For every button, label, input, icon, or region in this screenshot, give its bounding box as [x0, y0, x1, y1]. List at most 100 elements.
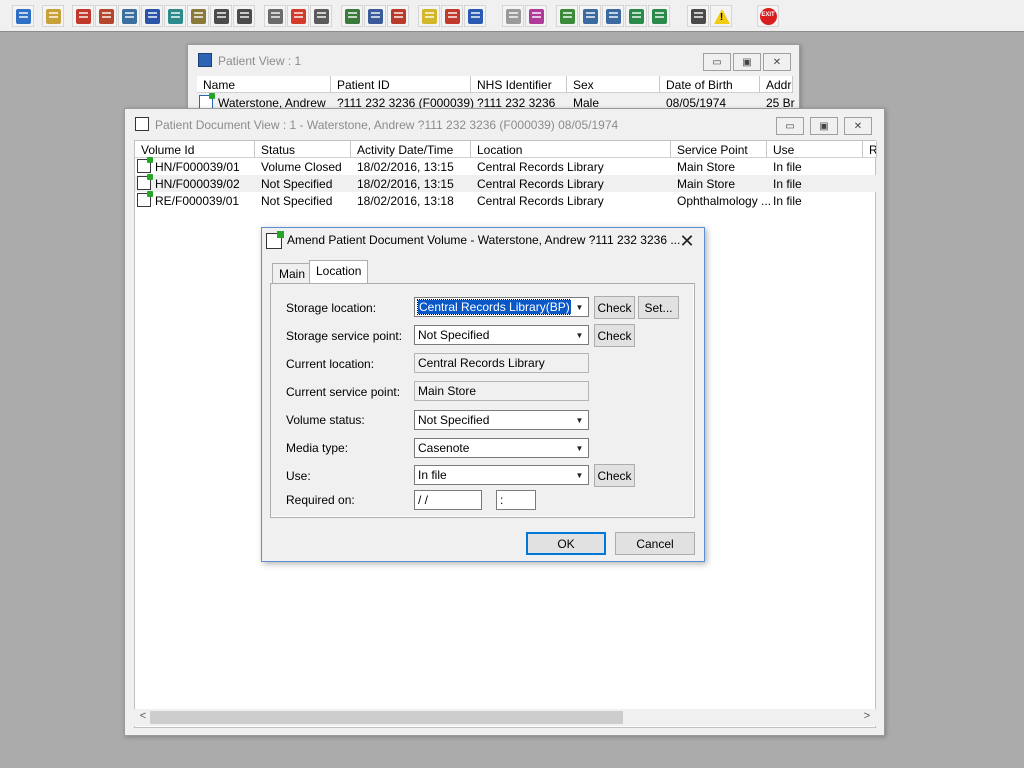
patient-view-window: Patient View : 1 ▭ ▣ ✕ Name Patient ID N…	[187, 44, 800, 114]
toolbar-button-worklist[interactable]	[464, 5, 486, 27]
cell-service-point: Main Store	[677, 160, 736, 174]
doc-tick-icon	[605, 8, 621, 24]
col-location[interactable]: Location	[471, 141, 671, 158]
dialog-title: Amend Patient Document Volume - Watersto…	[287, 233, 681, 247]
col-status[interactable]: Status	[255, 141, 351, 158]
toolbar-button-notepad[interactable]	[418, 5, 440, 27]
check-storage-service-point-button[interactable]: Check	[594, 324, 635, 347]
toolbar-button-flag[interactable]	[210, 5, 232, 27]
warning-icon: !	[713, 8, 730, 24]
tab-main[interactable]: Main	[272, 263, 313, 284]
cell-volume-id: HN/F000039/01	[155, 160, 240, 174]
toolbar-button-patient-search[interactable]	[12, 5, 34, 27]
chevron-down-icon[interactable]: ▼	[571, 466, 588, 484]
current-location-field: Central Records Library	[414, 353, 589, 373]
minimize-button[interactable]: ▭	[703, 53, 731, 71]
notepad-icon	[421, 8, 437, 24]
required-date-input[interactable]: / /	[414, 490, 482, 510]
cell-service-point: Ophthalmology ...	[677, 194, 772, 208]
toolbar-button-flag-2[interactable]	[233, 5, 255, 27]
table-row[interactable]: HN/F000039/02 Not Specified 18/02/2016, …	[135, 174, 877, 192]
edit-document-icon	[98, 8, 114, 24]
col-address[interactable]: Addre	[760, 76, 793, 93]
cell-location: Central Records Library	[477, 160, 604, 174]
cancel-button[interactable]: Cancel	[615, 532, 695, 555]
toolbar-button-edit-document[interactable]	[95, 5, 117, 27]
toolbar-button-globe[interactable]	[556, 5, 578, 27]
toolbar-button-list[interactable]	[310, 5, 332, 27]
toolbar-button-volume-tracking[interactable]	[648, 5, 670, 27]
horizontal-scrollbar[interactable]: < >	[134, 709, 876, 726]
set-storage-location-button[interactable]: Set...	[638, 296, 679, 319]
storage-service-point-select[interactable]: Not Specified ▼	[414, 325, 589, 345]
volume-status-select[interactable]: Not Specified ▼	[414, 410, 589, 430]
exit-icon: EXIT	[759, 7, 777, 25]
scroll-thumb[interactable]	[150, 711, 623, 724]
toolbar-button-bar-chart[interactable]	[525, 5, 547, 27]
col-service-point[interactable]: Service Point	[671, 141, 767, 158]
chevron-down-icon[interactable]: ▼	[571, 411, 588, 429]
current-service-point-field: Main Store	[414, 381, 589, 401]
toolbar-button-doc-tick[interactable]	[602, 5, 624, 27]
col-use[interactable]: Use	[767, 141, 863, 158]
volume-icon	[137, 174, 153, 190]
toolbar-button-notes[interactable]	[364, 5, 386, 27]
minimize-button[interactable]: ▭	[776, 117, 804, 135]
search-document-icon	[267, 8, 283, 24]
col-nhs-identifier[interactable]: NHS Identifier	[471, 76, 567, 93]
col-name[interactable]: Name	[197, 76, 331, 93]
toolbar-button-chart[interactable]	[341, 5, 363, 27]
col-sex[interactable]: Sex	[567, 76, 660, 93]
toolbar-button-warning[interactable]: !	[710, 5, 732, 27]
toolbar-button-swap[interactable]	[687, 5, 709, 27]
storage-location-select[interactable]: Central Records Library(BP) ▼	[414, 297, 589, 317]
chevron-down-icon[interactable]: ▼	[571, 298, 588, 316]
toolbar-button-search-document[interactable]	[264, 5, 286, 27]
toolbar-button-bed[interactable]	[441, 5, 463, 27]
toolbar-button-volume-transfer[interactable]	[625, 5, 647, 27]
chevron-down-icon[interactable]: ▼	[571, 326, 588, 344]
toolbar-button-exit[interactable]: EXIT	[757, 5, 779, 27]
patient-row-icon	[199, 93, 215, 109]
chevron-down-icon[interactable]: ▼	[571, 439, 588, 457]
table-row[interactable]: HN/F000039/01 Volume Closed 18/02/2016, …	[135, 157, 877, 175]
cell-volume-id: HN/F000039/02	[155, 177, 240, 191]
toolbar-button-casenote-book[interactable]	[72, 5, 94, 27]
notes-icon	[367, 8, 383, 24]
table-row[interactable]: RE/F000039/01 Not Specified 18/02/2016, …	[135, 191, 877, 209]
toolbar-button-document[interactable]	[502, 5, 524, 27]
toolbar-button-letter-m[interactable]	[141, 5, 163, 27]
use-select[interactable]: In file ▼	[414, 465, 589, 485]
col-patient-id[interactable]: Patient ID	[331, 76, 471, 93]
tab-location[interactable]: Location	[309, 260, 369, 283]
required-time-input[interactable]: :	[496, 490, 536, 510]
media-type-select[interactable]: Casenote ▼	[414, 438, 589, 458]
ok-button[interactable]: OK	[526, 532, 606, 555]
required-time-value: :	[500, 493, 504, 507]
toolbar-button-print[interactable]	[42, 5, 64, 27]
toolbar-button-clipboard[interactable]	[187, 5, 209, 27]
media-type-value: Casenote	[418, 441, 470, 455]
close-button[interactable]: ✕	[763, 53, 791, 71]
toolbar-button-clock[interactable]	[287, 5, 309, 27]
toolbar-button-doctor[interactable]	[164, 5, 186, 27]
col-r[interactable]: R	[863, 141, 877, 158]
col-dob[interactable]: Date of Birth	[660, 76, 760, 93]
check-use-button[interactable]: Check	[594, 464, 635, 487]
toolbar-button-compass[interactable]	[387, 5, 409, 27]
scroll-left-icon[interactable]: <	[136, 710, 150, 725]
cell-activity-datetime: 18/02/2016, 13:15	[357, 160, 454, 174]
maximize-button[interactable]: ▣	[810, 117, 838, 135]
col-volume-id[interactable]: Volume Id	[135, 141, 255, 158]
current-location-label: Current location:	[286, 357, 375, 371]
patient-view-titlebar: Patient View : 1 ▭ ▣ ✕	[188, 45, 799, 75]
check-storage-location-button[interactable]: Check	[594, 296, 635, 319]
toolbar-button-doc-check[interactable]	[579, 5, 601, 27]
col-activity-datetime[interactable]: Activity Date/Time	[351, 141, 471, 158]
volume-tracking-icon	[651, 8, 667, 24]
toolbar-button-register[interactable]	[118, 5, 140, 27]
close-button[interactable]: ✕	[844, 117, 872, 135]
maximize-button[interactable]: ▣	[733, 53, 761, 71]
dialog-close-button[interactable]: ✕	[676, 230, 698, 252]
scroll-right-icon[interactable]: >	[860, 710, 874, 725]
